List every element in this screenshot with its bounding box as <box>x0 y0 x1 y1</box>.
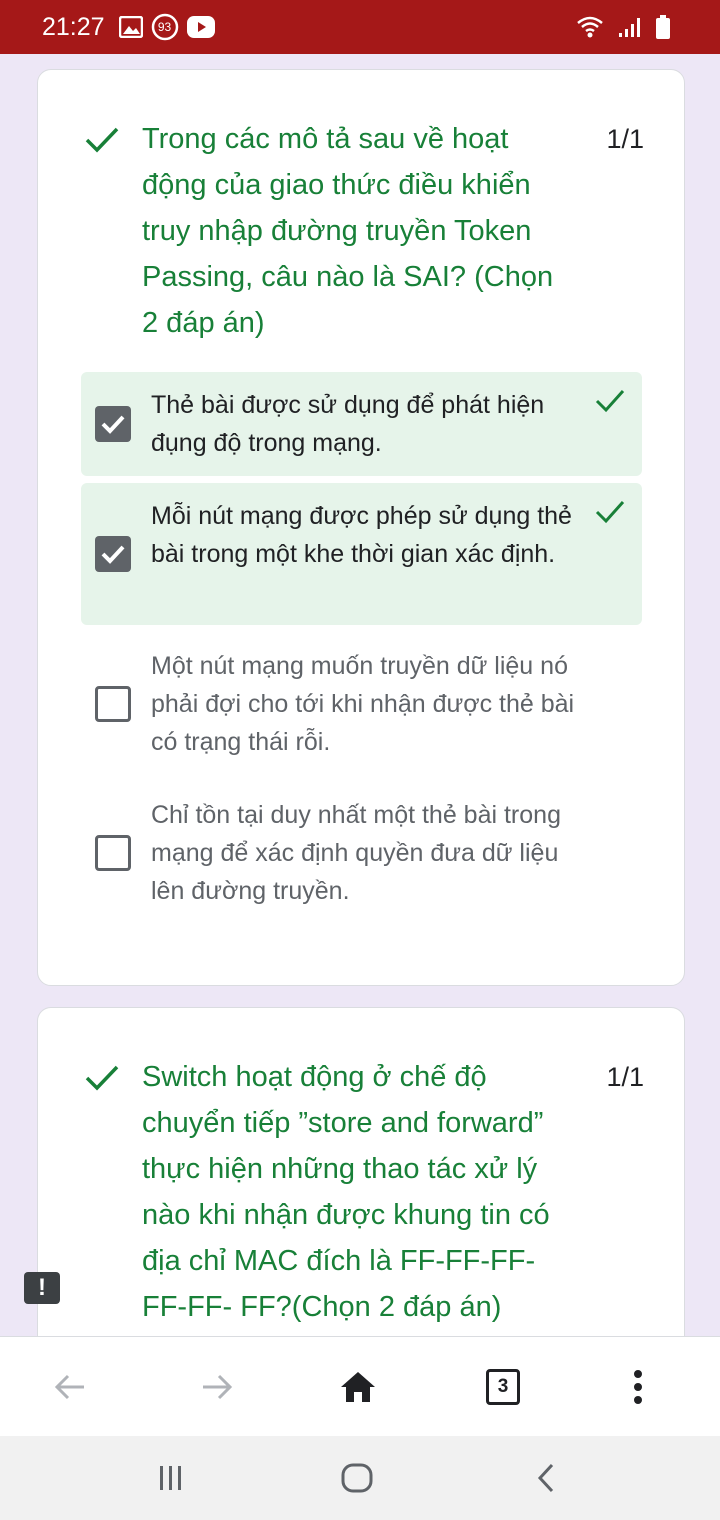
status-bar: 21:27 93 <box>0 0 720 54</box>
forward-arrow-icon[interactable] <box>197 1367 237 1407</box>
checkbox-unchecked[interactable] <box>95 835 131 871</box>
question-score: 1/1 <box>606 1062 644 1092</box>
question-score: 1/1 <box>606 124 644 154</box>
question-text: Switch hoạt động ở chế độ chuyển tiếp ”s… <box>142 1061 550 1323</box>
question-header: Trong các mô tả sau về hoạt động của gia… <box>84 116 644 346</box>
browser-toolbar: 3 <box>0 1336 720 1436</box>
recent-apps-icon[interactable] <box>151 1460 191 1496</box>
image-icon <box>118 16 143 38</box>
answer-option[interactable]: Mỗi nút mạng được phép sử dụng thẻ bài t… <box>81 483 642 625</box>
report-feedback-icon[interactable]: ! <box>24 1272 60 1304</box>
status-time: 21:27 <box>42 12 105 41</box>
answer-option[interactable]: Chỉ tồn tại duy nhất một thẻ bài trong m… <box>81 782 642 924</box>
option-text: Thẻ bài được sử dụng để phát hiện đụng đ… <box>151 391 545 457</box>
question-header: Switch hoạt động ở chế độ chuyển tiếp ”s… <box>84 1054 644 1330</box>
checkbox-checked[interactable] <box>95 406 131 442</box>
tab-count: 3 <box>486 1369 520 1405</box>
notification-badge-count: 93 <box>157 20 172 34</box>
correct-answer-check-icon <box>594 388 626 419</box>
checkbox-checked[interactable] <box>95 536 131 572</box>
option-text: Chỉ tồn tại duy nhất một thẻ bài trong m… <box>151 801 561 905</box>
question-text: Trong các mô tả sau về hoạt động của gia… <box>142 123 554 339</box>
youtube-icon <box>186 16 215 38</box>
checkbox-unchecked[interactable] <box>95 686 131 722</box>
question-card: Trong các mô tả sau về hoạt động của gia… <box>37 69 685 986</box>
answer-option[interactable]: Một nút mạng muốn truyền dữ liệu nó phải… <box>81 633 642 775</box>
signal-icon <box>618 16 642 38</box>
notification-badge-icon: 93 <box>151 13 179 41</box>
correct-answer-check-icon <box>594 499 626 530</box>
back-arrow-icon[interactable] <box>50 1367 90 1407</box>
more-options-icon[interactable] <box>618 1367 658 1407</box>
answer-option[interactable]: Thẻ bài được sử dụng để phát hiện đụng đ… <box>81 372 642 476</box>
back-nav-icon[interactable] <box>526 1460 566 1496</box>
option-text: Một nút mạng muốn truyền dữ liệu nó phải… <box>151 652 575 756</box>
home-icon[interactable] <box>338 1367 378 1407</box>
home-nav-icon[interactable] <box>337 1460 377 1496</box>
system-nav-bar <box>0 1436 720 1520</box>
wifi-icon <box>576 15 604 39</box>
tabs-button[interactable]: 3 <box>483 1367 523 1407</box>
battery-icon <box>656 15 670 39</box>
question-correct-icon <box>84 1054 142 1330</box>
question-correct-icon <box>84 116 142 346</box>
option-text: Mỗi nút mạng được phép sử dụng thẻ bài t… <box>151 502 572 568</box>
